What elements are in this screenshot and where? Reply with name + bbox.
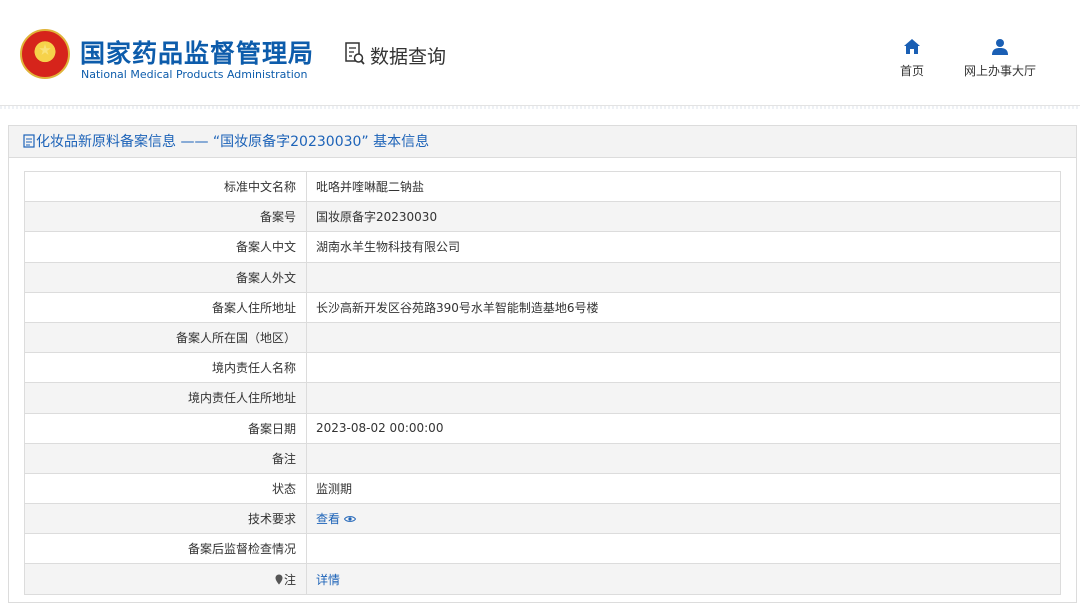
details-cell: 详情 (306, 563, 1061, 595)
eye-icon[interactable] (344, 515, 357, 523)
row-value: 湖南水羊生物科技有限公司 (306, 231, 1061, 263)
nav-online-hall-label: 网上办事大厅 (963, 64, 1036, 78)
row-value: 吡咯并喹啉醌二钠盐 (306, 170, 1061, 203)
nav-home[interactable]: 首页 (892, 38, 932, 79)
tech-requirements-cell: 查看 (306, 503, 1061, 535)
panel-title: 化妆品新原料备案信息 —— “国妆原备字20230030” 基本信息 (9, 126, 1076, 158)
agency-name-cn: 国家药品监督管理局 (80, 39, 315, 68)
row-label: 备案人中文 (24, 231, 307, 263)
table-row: 状态 监测期 (24, 472, 1061, 505)
national-emblem-logo (20, 29, 70, 79)
panel-title-text: 化妆品新原料备案信息 —— “国妆原备字20230030” 基本信息 (36, 134, 430, 150)
table-row: 注 详情 (24, 563, 1061, 595)
table-row: 技术要求 查看 (24, 503, 1061, 535)
details-link[interactable]: 详情 (316, 573, 340, 587)
record-panel: 化妆品新原料备案信息 —— “国妆原备字20230030” 基本信息 标准中文名… (8, 125, 1077, 603)
row-value (306, 352, 1061, 384)
nav-online-hall[interactable]: 网上办事大厅 (958, 38, 1042, 79)
table-row: 境内责任人住所地址 (24, 382, 1061, 414)
table-row: 备案人中文 湖南水羊生物科技有限公司 (24, 231, 1061, 263)
table-row: 备案日期 2023-08-02 00:00:00 (24, 412, 1061, 444)
row-label: 状态 (24, 472, 307, 505)
view-link[interactable]: 查看 (316, 512, 340, 526)
row-value: 长沙高新开发区谷苑路390号水羊智能制造基地6号楼 (306, 291, 1061, 323)
table-row: 备案人外文 (24, 261, 1061, 293)
row-label: 备案日期 (24, 412, 307, 444)
table-row: 备案人所在国（地区） (24, 321, 1061, 354)
header-divider (0, 106, 1080, 109)
row-label: 技术要求 (24, 503, 307, 535)
row-label: 境内责任人住所地址 (24, 382, 307, 414)
agency-name-en: National Medical Products Administration (81, 68, 308, 81)
row-value (306, 533, 1061, 565)
site-header: 国家药品监督管理局 National Medical Products Admi… (0, 0, 1080, 106)
note-label-cell: 注 (24, 563, 307, 595)
table-row: 备注 (24, 442, 1061, 474)
document-search-icon (345, 42, 365, 65)
row-label: 境内责任人名称 (24, 352, 307, 384)
row-label: 备注 (24, 442, 307, 474)
table-row: 备案号 国妆原备字20230030 (24, 201, 1061, 233)
nav-home-label: 首页 (899, 64, 924, 78)
table-row: 备案后监督检查情况 (24, 533, 1061, 565)
row-label: 标准中文名称 (24, 170, 307, 203)
user-icon (992, 39, 1008, 55)
table-row: 标准中文名称 吡咯并喹啉醌二钠盐 (24, 170, 1061, 203)
home-icon (904, 39, 920, 54)
pin-icon (275, 574, 283, 585)
data-query-title: 数据查询 (370, 46, 447, 68)
row-label: 备案人外文 (24, 261, 307, 293)
row-label: 备案号 (24, 201, 307, 233)
row-value (306, 321, 1061, 354)
document-icon (23, 134, 35, 148)
row-value: 2023-08-02 00:00:00 (306, 412, 1061, 444)
row-value: 监测期 (306, 472, 1061, 505)
row-value (306, 261, 1061, 293)
info-table: 标准中文名称 吡咯并喹啉醌二钠盐 备案号 国妆原备字20230030 备案人中文… (24, 170, 1061, 595)
row-value (306, 382, 1061, 414)
row-value: 国妆原备字20230030 (306, 201, 1061, 233)
table-row: 境内责任人名称 (24, 352, 1061, 384)
row-label: 备案人住所地址 (24, 291, 307, 323)
row-label: 备案人所在国（地区） (24, 321, 307, 354)
table-row: 备案人住所地址 长沙高新开发区谷苑路390号水羊智能制造基地6号楼 (24, 291, 1061, 323)
row-value (306, 442, 1061, 474)
row-label: 备案后监督检查情况 (24, 533, 307, 565)
row-label: 注 (283, 572, 296, 587)
